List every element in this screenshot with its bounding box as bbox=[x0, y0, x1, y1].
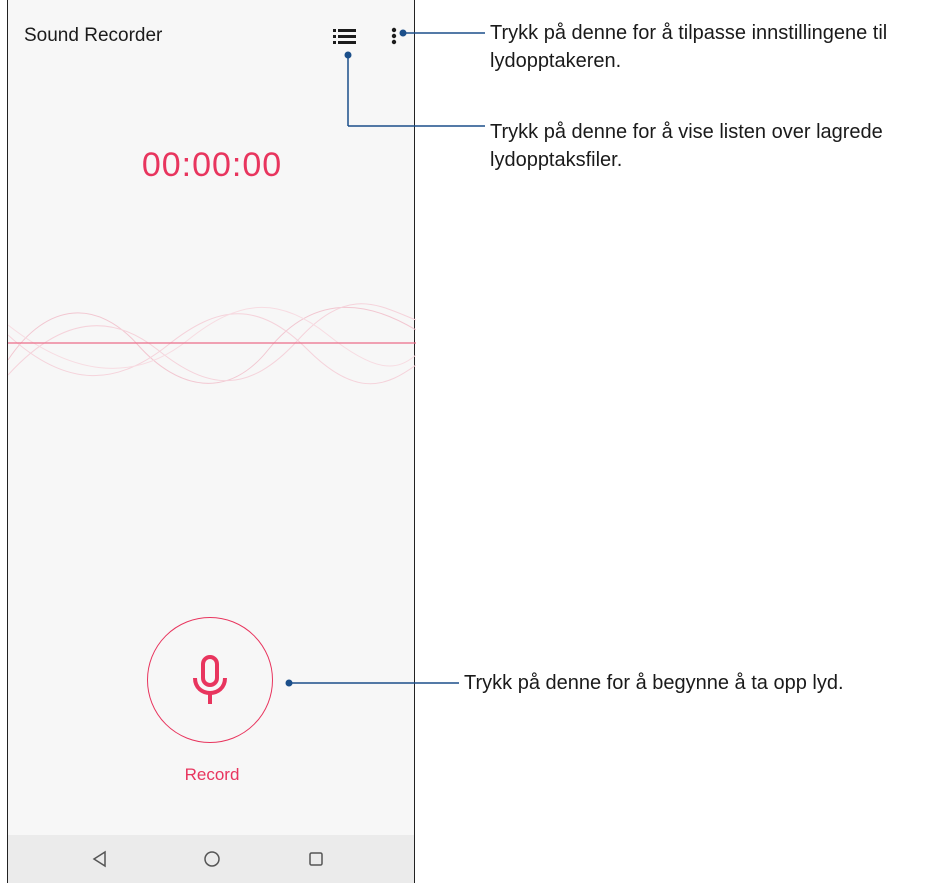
settings-callout-line2: lydopptakeren. bbox=[490, 50, 622, 72]
list-callout: Trykk på denne for å vise listen over la… bbox=[490, 118, 883, 174]
settings-callout: Trykk på denne for å tilpasse innstillin… bbox=[490, 19, 887, 75]
record-callout: Trykk på denne for å begynne å ta opp ly… bbox=[464, 672, 844, 694]
settings-callout-line1: Trykk på denne for å tilpasse innstillin… bbox=[490, 22, 888, 44]
list-callout-line1: Trykk på denne for å vise listen over la… bbox=[490, 121, 883, 143]
list-callout-line2: lydopptaksfiler. bbox=[490, 149, 623, 171]
